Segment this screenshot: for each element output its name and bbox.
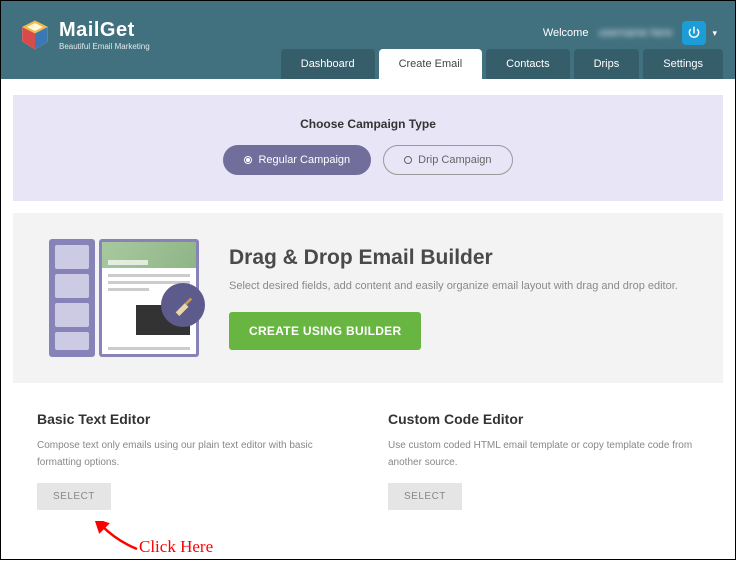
campaign-heading: Choose Campaign Type [13,117,723,131]
builder-section: Drag & Drop Email Builder Select desired… [13,213,723,383]
nav-tab-settings[interactable]: Settings [643,49,723,79]
username: username here [598,27,672,39]
brush-icon [161,283,205,327]
chevron-down-icon[interactable]: ▾ [712,28,717,39]
custom-editor-select-button[interactable]: SELECT [388,483,462,510]
power-icon [687,26,701,40]
radio-selected-icon [244,156,252,164]
app-header: MailGet Beautiful Email Marketing Welcom… [1,1,735,79]
campaign-type-panel: Choose Campaign Type Regular Campaign Dr… [13,95,723,201]
builder-title: Drag & Drop Email Builder [229,246,687,270]
custom-editor-description: Use custom coded HTML email template or … [388,437,699,471]
logo-cube-icon [19,19,51,51]
nav-tab-dashboard[interactable]: Dashboard [281,49,375,79]
regular-campaign-label: Regular Campaign [258,154,350,166]
builder-description: Select desired fields, add content and e… [229,278,687,296]
basic-editor-title: Basic Text Editor [37,411,348,427]
arrow-icon [89,521,149,561]
power-button[interactable] [682,21,706,45]
welcome-label: Welcome [543,27,589,39]
create-using-builder-button[interactable]: CREATE USING BUILDER [229,312,421,350]
custom-editor-title: Custom Code Editor [388,411,699,427]
nav-tab-drips[interactable]: Drips [574,49,640,79]
basic-text-editor-block: Basic Text Editor Compose text only emai… [37,411,348,510]
logo-subtitle: Beautiful Email Marketing [59,42,150,51]
campaign-options: Regular Campaign Drip Campaign [13,145,723,175]
welcome-area: Welcome username here ▾ [543,21,717,45]
annotation-text: Click Here [139,537,213,557]
custom-code-editor-block: Custom Code Editor Use custom coded HTML… [388,411,699,510]
nav-tab-contacts[interactable]: Contacts [486,49,569,79]
main-nav: Dashboard Create Email Contacts Drips Se… [281,49,723,79]
nav-tab-create-email[interactable]: Create Email [379,49,483,79]
editors-row: Basic Text Editor Compose text only emai… [37,411,699,510]
basic-editor-select-button[interactable]: SELECT [37,483,111,510]
regular-campaign-option[interactable]: Regular Campaign [223,145,371,175]
builder-illustration [49,239,199,357]
drip-campaign-option[interactable]: Drip Campaign [383,145,512,175]
logo[interactable]: MailGet Beautiful Email Marketing [19,19,150,51]
logo-title: MailGet [59,19,150,42]
basic-editor-description: Compose text only emails using our plain… [37,437,348,471]
radio-unselected-icon [404,156,412,164]
drip-campaign-label: Drip Campaign [418,154,491,166]
